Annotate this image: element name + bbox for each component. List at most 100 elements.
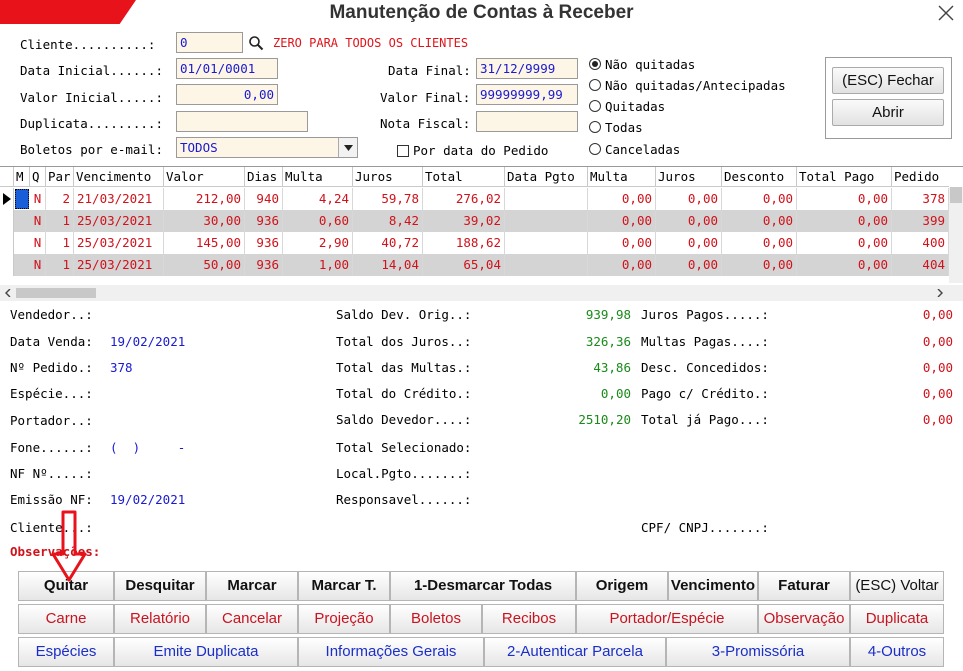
close-icon[interactable] [935,2,957,24]
chevron-right-icon[interactable] [936,289,944,297]
cell-total-pago[interactable]: 0,00 [797,210,892,232]
cell-valor[interactable]: 50,00 [164,254,245,276]
nota-fiscal-input[interactable] [476,111,578,132]
cell-par[interactable]: 1 [46,210,74,232]
cell-q[interactable]: N [30,254,46,276]
cell-q[interactable]: N [30,210,46,232]
data-inicial-input[interactable]: 01/01/0001 [176,58,278,79]
desmarcar-todas-button[interactable]: 1-Desmarcar Todas [390,571,576,601]
cancelar-button[interactable]: Cancelar [206,604,298,634]
cell-total-pago[interactable]: 0,00 [797,254,892,276]
cell-total-pago[interactable]: 0,00 [797,188,892,210]
emite-duplicata-button[interactable]: Emite Duplicata [114,637,298,667]
desquitar-button[interactable]: Desquitar [114,571,206,601]
cell-pedido[interactable]: 399 [892,210,949,232]
radio-canceladas[interactable] [589,143,601,155]
duplicata-button[interactable]: Duplicata [850,604,944,634]
cell-valor[interactable]: 212,00 [164,188,245,210]
radio-nao-quitadas[interactable] [589,58,601,70]
cell-q[interactable]: N [30,232,46,254]
chevron-left-icon[interactable] [4,289,12,297]
col-header-pedido[interactable]: Pedido [892,167,949,187]
cell-pedido[interactable]: 404 [892,254,949,276]
promissoria-button[interactable]: 3-Promissória [666,637,850,667]
cell-total[interactable]: 39,02 [423,210,505,232]
marcar-button[interactable]: Marcar [206,571,298,601]
cell-multa[interactable]: 0,60 [283,210,353,232]
col-header-par[interactable]: Par [46,167,74,187]
search-icon[interactable] [248,35,264,51]
cell-total-pago[interactable]: 0,00 [797,232,892,254]
cell-dias[interactable]: 936 [245,210,283,232]
abrir-button[interactable]: Abrir [832,99,944,126]
col-header-juros-pago[interactable]: Juros [656,167,722,187]
portador-especie-button[interactable]: Portador/Espécie [576,604,758,634]
contas-grid[interactable]: M Q Par Vencimento Valor Dias Multa Juro… [0,166,963,301]
cell-total[interactable]: 188,62 [423,232,505,254]
cell-q[interactable]: N [30,188,46,210]
col-header-juros[interactable]: Juros [353,167,423,187]
cliente-input[interactable]: 0 [176,32,243,53]
cell-data-pgto[interactable] [505,254,588,276]
duplicata-input[interactable] [176,111,308,132]
cell-dias[interactable]: 936 [245,254,283,276]
especies-button[interactable]: Espécies [18,637,114,667]
cell-data-pgto[interactable] [505,210,588,232]
cell-juros-pago[interactable]: 0,00 [656,254,722,276]
cell-multa[interactable]: 2,90 [283,232,353,254]
cell-multa-paga[interactable]: 0,00 [588,188,656,210]
cell-data-pgto[interactable] [505,232,588,254]
cell-par[interactable]: 1 [46,254,74,276]
cell-juros-pago[interactable]: 0,00 [656,210,722,232]
radio-nao-quitadas-antecipadas[interactable] [589,79,601,91]
carne-button[interactable]: Carne [18,604,114,634]
observacao-button[interactable]: Observação [758,604,850,634]
por-data-pedido-checkbox[interactable] [397,145,409,157]
col-header-multa-paga[interactable]: Multa [588,167,656,187]
valor-final-input[interactable]: 99999999,99 [476,84,578,105]
col-header-m[interactable]: M [14,167,30,187]
valor-inicial-input[interactable]: 0,00 [176,84,278,105]
col-header-q[interactable]: Q [30,167,46,187]
data-final-input[interactable]: 31/12/9999 [476,58,578,79]
radio-todas[interactable] [589,121,601,133]
cell-total[interactable]: 65,04 [423,254,505,276]
cell-juros[interactable]: 59,78 [353,188,423,210]
cell-data-pgto[interactable] [505,188,588,210]
autenticar-parcela-button[interactable]: 2-Autenticar Parcela [484,637,666,667]
boletos-select[interactable]: TODOS [176,137,358,158]
boletos-dropdown-button[interactable] [338,138,357,157]
cell-vencimento[interactable]: 25/03/2021 [74,254,164,276]
vertical-scrollbar[interactable] [949,187,963,283]
horizontal-scrollbar[interactable] [0,285,963,301]
cell-pedido[interactable]: 400 [892,232,949,254]
recibos-button[interactable]: Recibos [482,604,576,634]
cell-valor[interactable]: 30,00 [164,210,245,232]
col-header-multa[interactable]: Multa [283,167,353,187]
cell-multa-paga[interactable]: 0,00 [588,232,656,254]
cell-juros[interactable]: 14,04 [353,254,423,276]
cell-juros-pago[interactable]: 0,00 [656,188,722,210]
vencimento-button[interactable]: Vencimento [668,571,758,601]
fechar-button[interactable]: (ESC) Fechar [832,67,944,94]
cell-juros[interactable]: 8,42 [353,210,423,232]
cell-valor[interactable]: 145,00 [164,232,245,254]
cell-dias[interactable]: 940 [245,188,283,210]
cell-par[interactable]: 1 [46,232,74,254]
cell-total[interactable]: 276,02 [423,188,505,210]
radio-quitadas[interactable] [589,100,601,112]
cell-juros-pago[interactable]: 0,00 [656,232,722,254]
cell-multa-paga[interactable]: 0,00 [588,254,656,276]
cell-desconto[interactable]: 0,00 [722,254,797,276]
projecao-button[interactable]: Projeção [298,604,390,634]
col-header-vencimento[interactable]: Vencimento [74,167,164,187]
cell-multa[interactable]: 4,24 [283,188,353,210]
cell-multa-paga[interactable]: 0,00 [588,210,656,232]
col-header-dias[interactable]: Dias [245,167,283,187]
cell-juros[interactable]: 40,72 [353,232,423,254]
active-cell[interactable] [15,189,29,209]
voltar-button[interactable]: (ESC) Voltar [850,571,944,601]
relatorio-button[interactable]: Relatório [114,604,206,634]
cell-pedido[interactable]: 378 [892,188,949,210]
informacoes-gerais-button[interactable]: Informações Gerais [298,637,484,667]
